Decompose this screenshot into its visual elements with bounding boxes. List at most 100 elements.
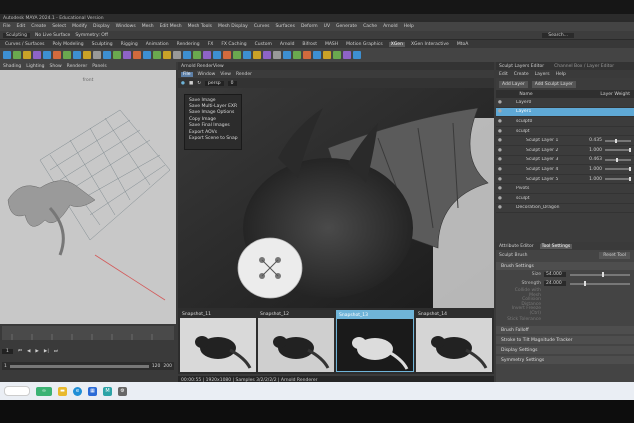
render-icon[interactable]: ● bbox=[181, 81, 185, 86]
modeling-panel[interactable]: Shading Lighting Show Renderer Panels front bbox=[0, 62, 176, 324]
range-bar[interactable] bbox=[9, 364, 149, 368]
shelf-tool-icon[interactable] bbox=[43, 51, 51, 59]
render-menu-render[interactable]: Render bbox=[236, 72, 252, 77]
layer-row[interactable]: ● Sculpt Layer 3 0.463 bbox=[496, 156, 634, 166]
layer-weight-slider[interactable] bbox=[605, 177, 631, 182]
shelf-tool-icon[interactable] bbox=[73, 51, 81, 59]
mode-selector[interactable]: Sculpting bbox=[3, 32, 31, 38]
add-sculpt-layer-button[interactable]: Add Sculpt Layer bbox=[531, 80, 576, 88]
add-layer-button[interactable]: Add Layer bbox=[499, 80, 528, 88]
menu-surfaces[interactable]: Surfaces bbox=[275, 24, 295, 29]
shelf-tool-icon[interactable] bbox=[53, 51, 61, 59]
layer-row[interactable]: ● Sculpt Layer 1 0.435 bbox=[496, 136, 634, 146]
layer-row[interactable]: ● Decoration_Dragon bbox=[496, 204, 634, 214]
shelf-tab-curves-surfaces[interactable]: Curves / Surfaces bbox=[3, 42, 47, 47]
tab-attribute-editor[interactable]: Attribute Editor bbox=[499, 244, 534, 249]
shelf-tool-icon[interactable] bbox=[13, 51, 21, 59]
shelf-tool-icon[interactable] bbox=[63, 51, 71, 59]
symmetry-dropdown[interactable]: Symmetry: Off bbox=[75, 33, 108, 38]
shelf-tab-sculpting[interactable]: Sculpting bbox=[90, 42, 115, 47]
shelf-tool-icon[interactable] bbox=[173, 51, 181, 59]
shelf-tab-animation[interactable]: Animation bbox=[144, 42, 171, 47]
shelf-tool-icon[interactable] bbox=[313, 51, 321, 59]
menu-generate[interactable]: Generate bbox=[336, 24, 357, 29]
reset-tool-button[interactable]: Reset Tool bbox=[599, 251, 630, 259]
menu-display[interactable]: Display bbox=[93, 24, 110, 29]
range-end[interactable]: 120 bbox=[152, 364, 161, 369]
shelf-tool-icon[interactable] bbox=[263, 51, 271, 59]
slider-knob[interactable] bbox=[629, 148, 631, 153]
slider-knob[interactable] bbox=[602, 272, 605, 277]
snapshot-thumbnail[interactable]: Snapshot_11 bbox=[180, 310, 256, 372]
menu-select[interactable]: Select bbox=[52, 24, 66, 29]
visibility-icon[interactable]: ● bbox=[496, 196, 504, 201]
menu-mesh-tools[interactable]: Mesh Tools bbox=[188, 24, 212, 29]
file-explorer-icon[interactable]: ▬ bbox=[58, 386, 67, 396]
shelf-tab-arnold[interactable]: Arnold bbox=[278, 42, 297, 47]
section-display[interactable]: Display Settings bbox=[496, 346, 634, 354]
layer-weight[interactable]: 1.000 bbox=[584, 167, 602, 172]
shelf-tab-rigging[interactable]: Rigging bbox=[119, 42, 140, 47]
edge-browser-icon[interactable]: e bbox=[73, 386, 82, 396]
render-menu-window[interactable]: Window bbox=[198, 72, 216, 77]
menu-edit-mesh[interactable]: Edit Mesh bbox=[160, 24, 182, 29]
section-stroke[interactable]: Stroke to Tilt Magnitude Tracker bbox=[496, 336, 634, 344]
shelf-tool-icon[interactable] bbox=[243, 51, 251, 59]
menu-arnold[interactable]: Arnold bbox=[383, 24, 398, 29]
layer-row[interactable]: ● Sculpt Layer 2 1.000 bbox=[496, 146, 634, 156]
editor-menu-help[interactable]: Help bbox=[556, 72, 566, 77]
slider-knob[interactable] bbox=[616, 157, 619, 162]
render-menu-file[interactable]: File bbox=[181, 71, 193, 77]
shelf-tool-icon[interactable] bbox=[203, 51, 211, 59]
layer-row[interactable]: ● Pivots bbox=[496, 184, 634, 194]
shelf-tool-icon[interactable] bbox=[223, 51, 231, 59]
refresh-icon[interactable]: ↻ bbox=[197, 81, 201, 86]
visibility-icon[interactable]: ● bbox=[496, 186, 504, 191]
go-to-start-icon[interactable]: ⏮ bbox=[18, 348, 22, 354]
settings-icon[interactable]: ⚙ bbox=[118, 386, 127, 396]
shelf-tool-icon[interactable] bbox=[103, 51, 111, 59]
shelf-tab-custom[interactable]: Custom bbox=[253, 42, 274, 47]
menu-modify[interactable]: Modify bbox=[72, 24, 87, 29]
menu-mesh-display[interactable]: Mesh Display bbox=[218, 24, 248, 29]
shelf-tool-icon[interactable] bbox=[123, 51, 131, 59]
property-value[interactable]: 54.000 bbox=[544, 272, 566, 277]
panel-menu-shading[interactable]: Shading bbox=[3, 64, 21, 69]
step-forward-icon[interactable]: ▶| bbox=[44, 349, 49, 354]
section-brush-falloff[interactable]: Brush Falloff bbox=[496, 326, 634, 334]
maya-icon[interactable]: M bbox=[103, 386, 112, 396]
visibility-icon[interactable]: ● bbox=[496, 148, 504, 153]
range-max[interactable]: 200 bbox=[163, 364, 174, 369]
shelf-tab-poly-modeling[interactable]: Poly Modeling bbox=[51, 42, 86, 47]
visibility-icon[interactable]: ● bbox=[496, 157, 504, 162]
shelf-tab-bifrost[interactable]: Bifrost bbox=[300, 42, 319, 47]
shelf-tool-icon[interactable] bbox=[343, 51, 351, 59]
live-surface-field[interactable]: No Live Surface bbox=[35, 33, 70, 38]
slider-knob[interactable] bbox=[584, 281, 587, 286]
layer-weight-slider[interactable] bbox=[605, 148, 631, 153]
menu-windows[interactable]: Windows bbox=[116, 24, 136, 29]
layer-row[interactable]: ● sculpt0 bbox=[496, 117, 634, 127]
grid-view[interactable] bbox=[0, 70, 176, 324]
shelf-tool-icon[interactable] bbox=[133, 51, 141, 59]
visibility-icon[interactable]: ● bbox=[496, 138, 504, 143]
shelf-tool-icon[interactable] bbox=[193, 51, 201, 59]
shelf-tool-icon[interactable] bbox=[233, 51, 241, 59]
editor-menu-edit[interactable]: Edit bbox=[499, 72, 508, 77]
range-slider[interactable]: 1 120 200 bbox=[2, 362, 174, 370]
shelf-tab-motion-graphics[interactable]: Motion Graphics bbox=[344, 42, 385, 47]
menu-curves[interactable]: Curves bbox=[254, 24, 270, 29]
slider-knob[interactable] bbox=[615, 138, 618, 143]
channel-box-tab[interactable]: Channel Box / Layer Editor bbox=[554, 64, 614, 69]
exposure-field[interactable]: 0 bbox=[227, 80, 237, 86]
visibility-icon[interactable]: ● bbox=[496, 109, 504, 114]
layer-weight-slider[interactable] bbox=[605, 157, 631, 162]
shelf-tool-icon[interactable] bbox=[3, 51, 11, 59]
shelf-tool-icon[interactable] bbox=[113, 51, 121, 59]
timeline-ruler[interactable] bbox=[2, 326, 174, 340]
slider-knob[interactable] bbox=[629, 177, 631, 182]
layer-row[interactable]: ● Layer1 bbox=[496, 107, 634, 118]
layer-row[interactable]: ● sculpt bbox=[496, 127, 634, 137]
menu-deform[interactable]: Deform bbox=[301, 24, 318, 29]
layer-row[interactable]: ● Sculpt Layer 4 1.000 bbox=[496, 165, 634, 175]
